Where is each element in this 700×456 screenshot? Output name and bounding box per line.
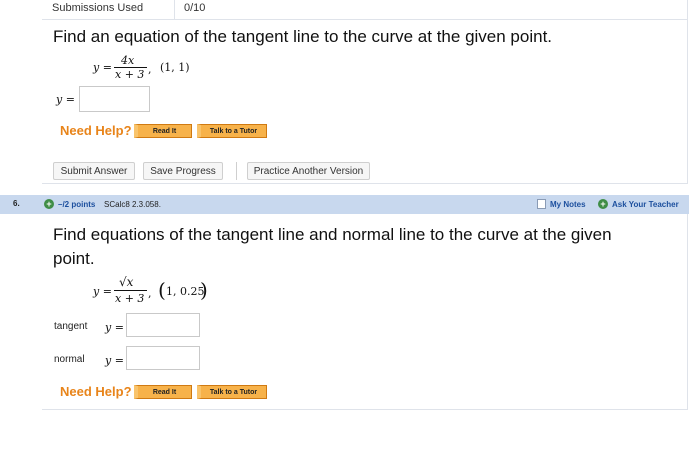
practice-another-version-button[interactable]: Practice Another Version xyxy=(247,162,370,180)
q5-answer-input[interactable] xyxy=(79,86,150,112)
submissions-row: Submissions Used 0/10 xyxy=(42,0,688,20)
question-number: 6. xyxy=(13,199,20,208)
question-6-header: 6. + –/2 points SCalc8 2.3.058. My Notes… xyxy=(0,195,689,214)
submissions-divider xyxy=(174,0,175,19)
q6-eq-lhs: y = xyxy=(93,285,112,298)
button-separator xyxy=(236,162,237,180)
tangent-label: tangent xyxy=(54,321,88,332)
q5-answer-label: y = xyxy=(56,93,75,106)
normal-line-input[interactable] xyxy=(126,346,200,370)
submissions-used-label: Submissions Used xyxy=(52,2,144,14)
expand-plus-icon[interactable]: + xyxy=(44,199,54,209)
tangent-line-input[interactable] xyxy=(126,313,200,337)
normal-label: normal xyxy=(54,354,85,365)
tangent-y-label: y = xyxy=(105,321,124,334)
q5-talk-to-tutor-button[interactable]: Talk to a Tutor xyxy=(197,124,267,138)
q6-fraction-bar xyxy=(114,290,147,291)
q6-point-values: 1, 0.25 xyxy=(166,285,205,298)
q6-prompt-line2: point. xyxy=(53,249,95,268)
question-code: SCalc8 2.3.058. xyxy=(104,200,161,209)
q6-need-help: Need Help? xyxy=(60,384,132,399)
q5-read-it-button[interactable]: Read It xyxy=(134,124,192,138)
save-progress-button[interactable]: Save Progress xyxy=(143,162,223,180)
submit-answer-button[interactable]: Submit Answer xyxy=(53,162,135,180)
q6-eq-numerator: √x xyxy=(119,275,134,289)
note-icon[interactable] xyxy=(537,199,546,209)
ask-your-teacher-link[interactable]: Ask Your Teacher xyxy=(612,200,679,209)
q5-eq-comma: , xyxy=(148,63,152,76)
q6-point-open-paren: ( xyxy=(158,278,166,302)
q6-talk-to-tutor-button[interactable]: Talk to a Tutor xyxy=(197,385,267,399)
q6-point-close-paren: ) xyxy=(200,278,208,302)
points-label: –/2 points xyxy=(58,200,96,209)
q6-prompt-line1: Find equations of the tangent line and n… xyxy=(53,225,612,244)
q5-need-help: Need Help? xyxy=(60,123,132,138)
ask-teacher-plus-icon[interactable]: + xyxy=(598,199,608,209)
q5-eq-numerator: 4x xyxy=(121,54,135,67)
my-notes-link[interactable]: My Notes xyxy=(550,200,586,209)
q5-eq-denominator: x + 3 xyxy=(115,68,145,81)
q5-prompt: Find an equation of the tangent line to … xyxy=(53,27,553,46)
q6-eq-denominator: x + 3 xyxy=(115,292,145,305)
q6-eq-comma: , xyxy=(148,287,152,300)
q5-point: (1, 1) xyxy=(160,61,190,74)
q6-read-it-button[interactable]: Read It xyxy=(134,385,192,399)
q5-eq-lhs: y = xyxy=(93,61,112,74)
normal-y-label: y = xyxy=(105,354,124,367)
submissions-used-value: 0/10 xyxy=(184,2,206,14)
